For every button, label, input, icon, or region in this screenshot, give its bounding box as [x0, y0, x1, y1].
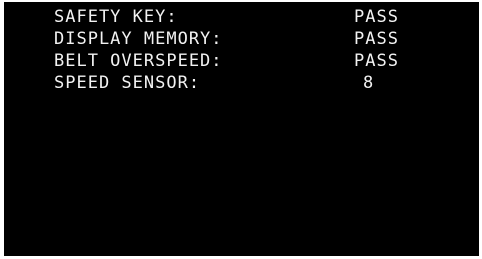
display-memory-label: DISPLAY MEMORY:: [54, 29, 223, 49]
speed-sensor-value: 8: [363, 73, 375, 93]
belt-overspeed-status: PASS: [354, 51, 399, 71]
speed-sensor-label: SPEED SENSOR:: [54, 73, 201, 93]
diagnostic-row-safety-key: SAFETY KEY: PASS: [4, 7, 479, 29]
diagnostic-row-speed-sensor: SPEED SENSOR: 8: [4, 73, 479, 95]
diagnostic-row-belt-overspeed: BELT OVERSPEED: PASS: [4, 51, 479, 73]
safety-key-label: SAFETY KEY:: [54, 7, 178, 27]
display-memory-status: PASS: [354, 29, 399, 49]
diagnostic-row-display-memory: DISPLAY MEMORY: PASS: [4, 29, 479, 51]
diagnostic-screen: SAFETY KEY: PASS DISPLAY MEMORY: PASS BE…: [4, 2, 479, 256]
safety-key-status: PASS: [354, 7, 399, 27]
belt-overspeed-label: BELT OVERSPEED:: [54, 51, 223, 71]
